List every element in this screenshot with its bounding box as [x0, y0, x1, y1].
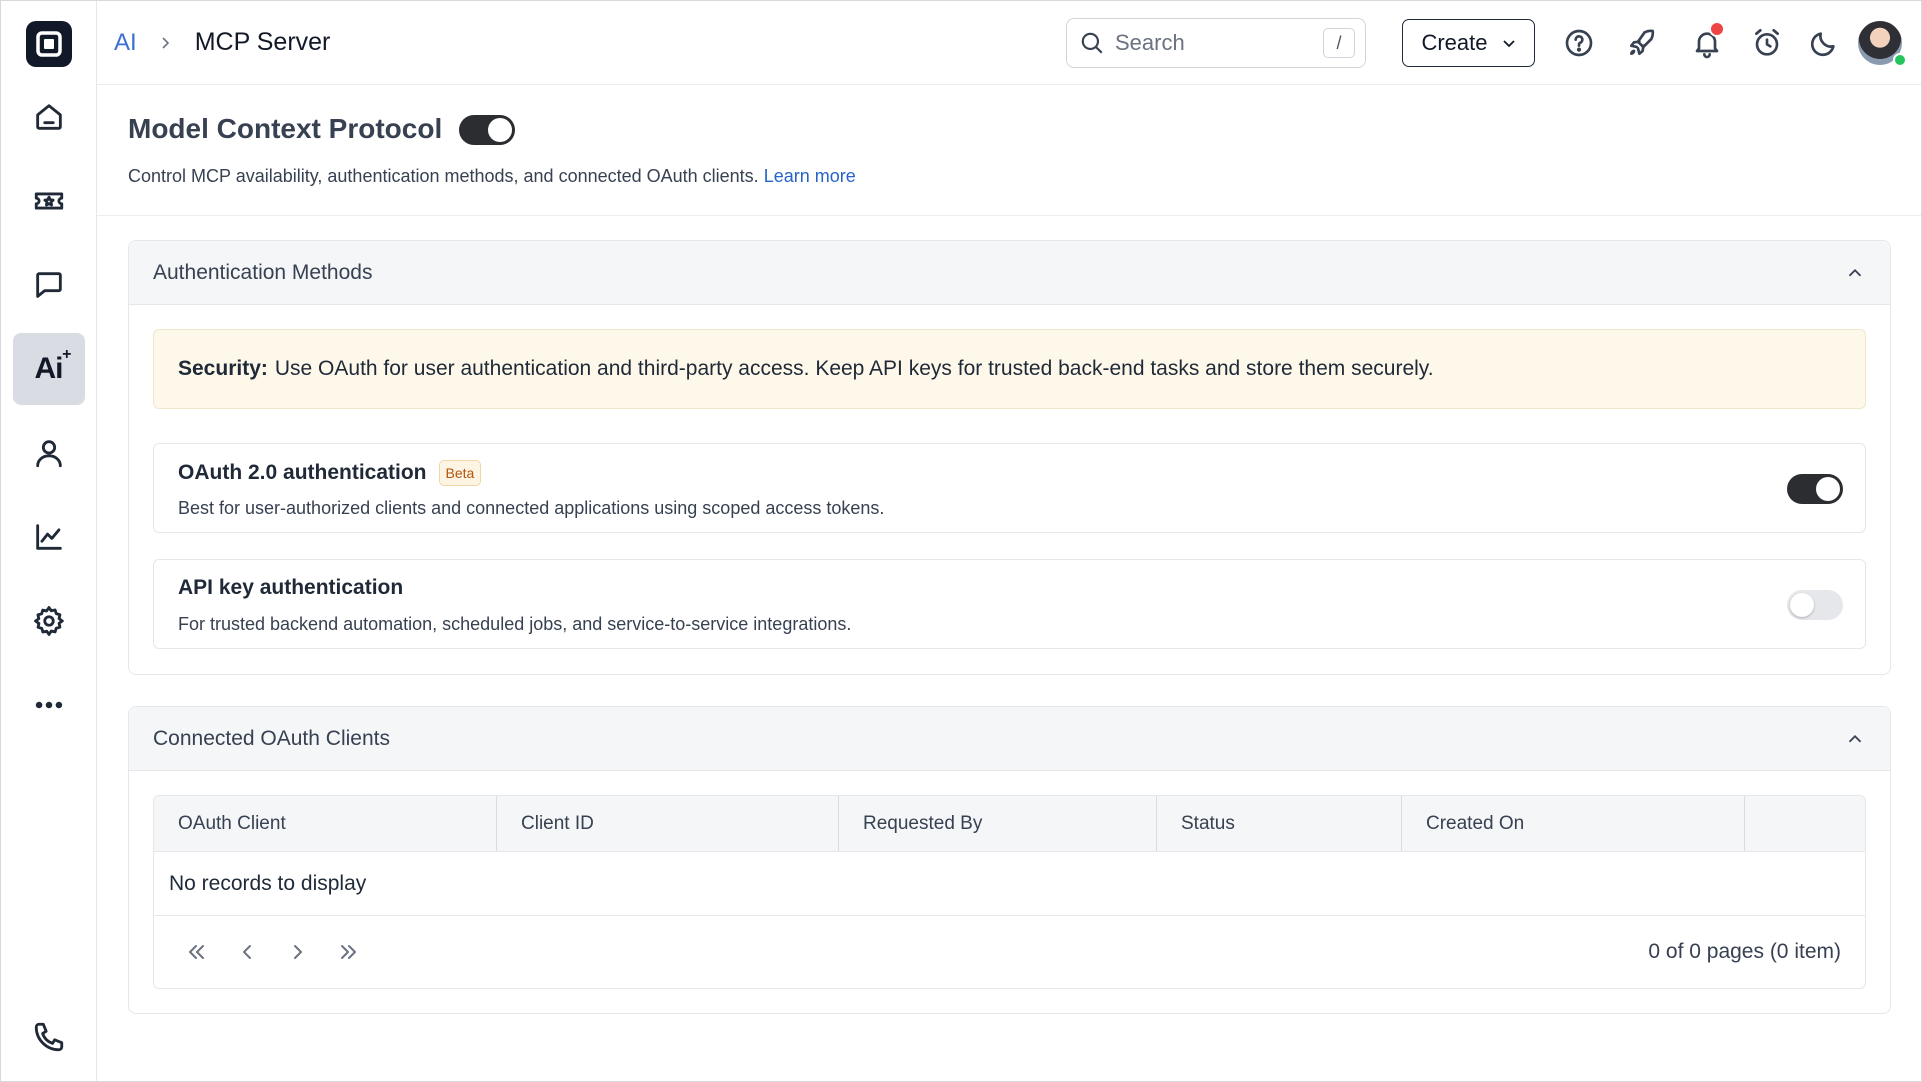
online-status-dot — [1893, 53, 1907, 67]
theme-toggle-button[interactable] — [1804, 23, 1844, 63]
api-key-method-title: API key authentication — [178, 576, 403, 600]
next-page-button[interactable] — [278, 932, 318, 972]
security-banner-text: Use OAuth for user authentication and th… — [274, 357, 1434, 380]
pagination-info: 0 of 0 pages (0 item) — [1648, 940, 1841, 963]
notifications-button[interactable] — [1687, 21, 1727, 63]
launch-button[interactable] — [1622, 23, 1662, 63]
moon-icon — [1810, 32, 1835, 57]
toggle-knob — [1790, 593, 1814, 617]
chevrons-right-icon — [341, 945, 356, 959]
section-title: Authentication Methods — [153, 260, 373, 284]
chevron-left-icon — [243, 945, 251, 959]
authentication-methods-section: Authentication Methods Security: Use OAu… — [128, 240, 1891, 675]
previous-page-button[interactable] — [227, 932, 267, 972]
oauth-method-title-text: OAuth 2.0 authentication — [178, 461, 427, 484]
oauth-method-title: OAuth 2.0 authentication Beta — [178, 460, 482, 486]
column-header-requested-by[interactable]: Requested By — [839, 796, 1157, 851]
toggle-knob — [488, 118, 512, 142]
chevron-right-icon — [294, 945, 302, 959]
oauth-clients-table: OAuth Client Client ID Requested By Stat… — [153, 795, 1866, 989]
last-page-button[interactable] — [329, 932, 369, 972]
column-header-created-on[interactable]: Created On — [1402, 796, 1745, 851]
authentication-methods-header[interactable]: Authentication Methods — [129, 241, 1890, 305]
sidebar-item-analytics[interactable] — [13, 501, 85, 573]
oauth-toggle[interactable] — [1787, 474, 1843, 504]
home-icon — [35, 104, 62, 130]
column-header-client-id[interactable]: Client ID — [497, 796, 839, 851]
notification-badge — [1709, 21, 1725, 37]
timer-button[interactable] — [1747, 23, 1787, 63]
settings-icon — [33, 606, 64, 636]
security-banner-label: Security: — [178, 357, 268, 380]
page-description: Control MCP availability, authentication… — [128, 166, 856, 187]
page-title: Model Context Protocol — [128, 113, 443, 144]
chevrons-left-icon — [189, 945, 204, 959]
breadcrumb: AI MCP Server — [114, 28, 330, 57]
page-header: Model Context Protocol Control MCP avail… — [97, 86, 1921, 216]
rocket-icon — [1630, 29, 1655, 55]
help-button[interactable] — [1559, 23, 1599, 63]
sidebar: Ai + — [1, 1, 97, 1081]
breadcrumb-parent[interactable]: AI — [114, 29, 137, 57]
create-label: Create — [1421, 30, 1488, 55]
sidebar-item-phone[interactable] — [13, 1001, 85, 1073]
app-window: Ai+ AI MCP Server / — [0, 0, 1922, 1082]
sidebar-item-ai[interactable]: Ai + — [12, 333, 85, 405]
chat-icon — [35, 272, 62, 298]
create-button[interactable]: Create — [1402, 19, 1535, 67]
avatar[interactable] — [1858, 21, 1907, 67]
chevron-right-icon — [162, 36, 169, 49]
logo-icon — [35, 31, 62, 57]
section-title: Connected OAuth Clients — [153, 726, 390, 750]
column-header-status[interactable]: Status — [1157, 796, 1402, 851]
page-description-text: Control MCP availability, authentication… — [128, 166, 759, 186]
api-key-method-card: API key authentication For trusted backe… — [153, 559, 1866, 649]
help-icon — [1565, 29, 1593, 57]
search-box[interactable]: / — [1066, 18, 1366, 68]
column-header-oauth-client[interactable]: OAuth Client — [154, 796, 497, 851]
empty-state-row: No records to display — [154, 852, 1865, 916]
chevron-down-icon — [1502, 40, 1515, 48]
api-key-toggle[interactable] — [1787, 590, 1843, 620]
api-key-method-description: For trusted backend automation, schedule… — [178, 614, 852, 634]
sidebar-item-chat[interactable] — [13, 249, 85, 321]
column-header-actions — [1745, 796, 1865, 851]
alarm-clock-icon — [1755, 29, 1779, 56]
search-input[interactable] — [1115, 30, 1315, 56]
mcp-enable-toggle[interactable] — [459, 115, 515, 145]
connected-oauth-clients-section: Connected OAuth Clients OAuth Client Cli… — [128, 706, 1891, 1014]
oauth-method-card: OAuth 2.0 authentication Beta Best for u… — [153, 443, 1866, 533]
search-shortcut: / — [1323, 28, 1355, 58]
sidebar-item-more[interactable] — [13, 669, 85, 741]
connected-oauth-clients-header[interactable]: Connected OAuth Clients — [129, 707, 1890, 771]
sidebar-item-settings[interactable] — [13, 585, 85, 657]
ai-label: Ai — [34, 352, 64, 385]
top-header: AI MCP Server / Create — [97, 1, 1921, 85]
user-icon — [35, 440, 62, 468]
oauth-method-description: Best for user-authorized clients and con… — [178, 498, 885, 518]
more-icon — [35, 701, 62, 709]
ai-icon: Ai + — [34, 346, 72, 385]
chevron-up-icon[interactable] — [1844, 262, 1866, 284]
beta-badge: Beta — [438, 460, 482, 486]
security-banner: Security: Use OAuth for user authenticat… — [153, 329, 1866, 409]
api-key-method-title-text: API key authentication — [178, 576, 404, 599]
sidebar-item-contacts[interactable] — [13, 417, 85, 489]
pagination: 0 of 0 pages (0 item) — [154, 916, 1865, 988]
learn-more-link[interactable]: Learn more — [764, 166, 856, 186]
search-icon — [1081, 32, 1103, 54]
analytics-icon — [35, 524, 62, 550]
phone-icon — [34, 1022, 63, 1052]
breadcrumb-current: MCP Server — [194, 28, 331, 56]
app-logo[interactable] — [25, 21, 72, 67]
ticket-icon — [34, 192, 63, 210]
chevron-up-icon[interactable] — [1844, 728, 1866, 750]
first-page-button[interactable] — [176, 932, 216, 972]
toggle-knob — [1816, 477, 1840, 501]
sidebar-item-tickets[interactable] — [13, 165, 85, 237]
sidebar-item-home[interactable] — [13, 81, 85, 153]
table-header: OAuth Client Client ID Requested By Stat… — [154, 796, 1865, 852]
